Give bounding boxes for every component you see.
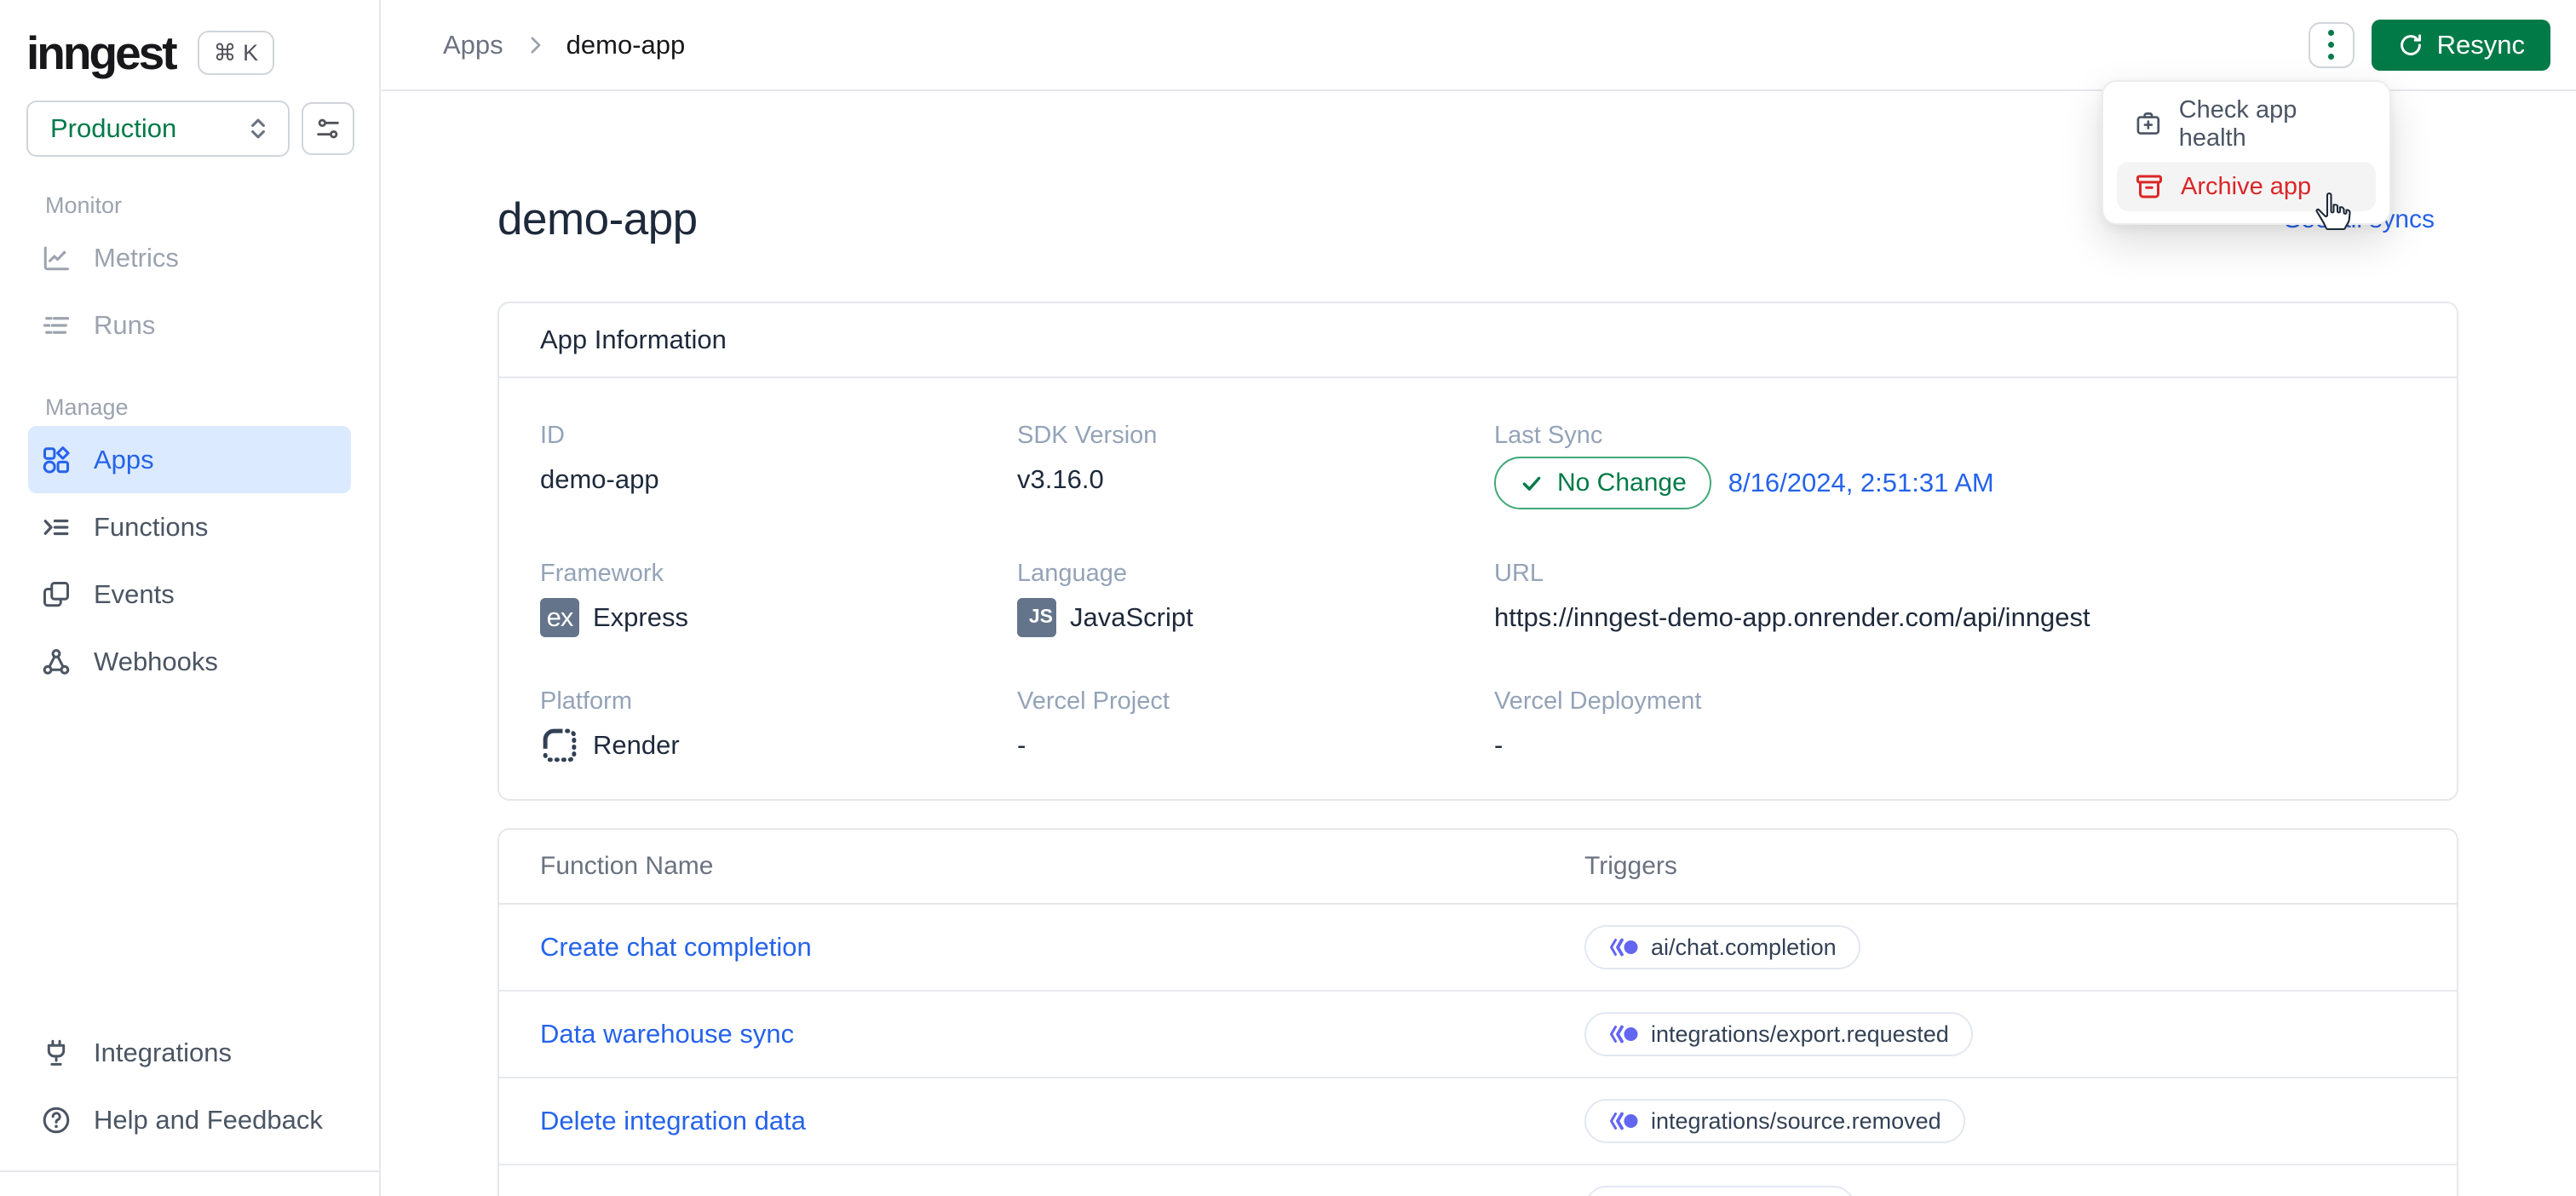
javascript-icon: JS	[1017, 598, 1056, 637]
info-field-language: Language JS JavaScript	[1017, 559, 1494, 637]
chevron-up-down-icon	[251, 118, 265, 139]
sidebar-item-label: Events	[94, 578, 175, 609]
menu-item-label: Archive app	[2181, 172, 2312, 200]
table-row: Create chat completion ai/chat.completio…	[499, 905, 2457, 992]
info-field-sdk-version: SDK Version v3.16.0	[1017, 422, 1158, 494]
section-label-monitor: Monitor	[45, 193, 123, 218]
manage-nav: Apps Functions Events Webhooks	[0, 426, 379, 695]
trigger-badge: integrations/export.requested	[1584, 1012, 1973, 1056]
top-actions: Resync	[2308, 19, 2550, 71]
column-triggers: Triggers	[1584, 852, 1677, 880]
table-row: Delete integration data integrations/sou…	[499, 1078, 2457, 1165]
sidebar-item-label: Integrations	[94, 1037, 232, 1067]
functions-table-card: Function Name Triggers Create chat compl…	[497, 828, 2458, 1196]
environment-filter-button[interactable]	[302, 102, 354, 155]
express-icon: ex	[540, 598, 579, 637]
command-k-shortcut[interactable]: ⌘ K	[197, 31, 275, 75]
app-information-card: App Information ID demo-app SDK Version …	[497, 302, 2458, 801]
inngest-logo: inngest	[26, 26, 178, 79]
resync-label: Resync	[2436, 29, 2525, 60]
menu-item-check-app-health[interactable]: Check app health	[2117, 94, 2376, 155]
function-link-create-chat-completion[interactable]: Create chat completion	[540, 932, 1584, 963]
sidebar-item-runs[interactable]: Runs	[28, 291, 351, 359]
breadcrumb-apps[interactable]: Apps	[443, 30, 503, 60]
main-area: Apps demo-app Resync demo-app See all sy…	[381, 0, 2576, 1196]
trigger-badge: ai/chat.completion	[1584, 925, 1860, 969]
info-field-vercel-deployment: Vercel Deployment -	[1494, 687, 1702, 760]
sidebar-item-webhooks[interactable]: Webhooks	[28, 628, 351, 695]
plug-icon	[47, 1039, 66, 1066]
sidebar-item-help[interactable]: Help and Feedback	[28, 1086, 351, 1153]
sidebar-item-label: Webhooks	[94, 646, 218, 676]
refresh-icon	[2400, 33, 2421, 55]
sidebar-item-apps[interactable]: Apps	[28, 426, 351, 493]
webhooks-icon	[43, 648, 70, 675]
sidebar-item-label: Help and Feedback	[94, 1104, 323, 1135]
sliders-icon	[317, 118, 339, 139]
event-trigger-icon	[1610, 1112, 1638, 1130]
app-information-title: App Information	[499, 303, 2457, 378]
sidebar-item-label: Metrics	[94, 242, 179, 273]
functions-table-header: Function Name Triggers	[499, 830, 2457, 905]
breadcrumb: Apps demo-app	[443, 30, 685, 60]
section-label-manage: Manage	[45, 394, 129, 420]
function-link-data-warehouse-sync[interactable]: Data warehouse sync	[540, 1019, 1584, 1049]
page-content: demo-app See all syncs App Information I…	[381, 91, 2576, 1196]
table-row: Data warehouse sync integrations/export.…	[499, 992, 2457, 1078]
function-link-generate-video-transcript[interactable]: Generate video transcript	[540, 1193, 1584, 1196]
health-kit-icon	[2136, 112, 2160, 135]
info-field-url: URL https://inngest-demo-app.onrender.co…	[1494, 560, 2090, 632]
archive-icon	[2136, 175, 2162, 198]
render-icon	[543, 728, 577, 762]
no-change-badge: No Change	[1494, 457, 1711, 509]
sidebar-item-events[interactable]: Events	[28, 561, 351, 628]
top-bar: Apps demo-app Resync	[381, 0, 2576, 91]
environment-row: Production	[0, 101, 379, 157]
check-icon	[1522, 476, 1541, 491]
apps-icon	[43, 446, 70, 474]
sidebar-item-label: Functions	[94, 511, 209, 542]
info-field-platform: Platform Render	[540, 687, 1017, 765]
events-icon	[43, 581, 69, 607]
info-field-framework: Framework ex Express	[540, 559, 1017, 637]
chevron-right-icon	[531, 37, 541, 53]
hand-pointer-cursor	[2315, 192, 2351, 231]
sidebar-item-integrations[interactable]: Integrations	[28, 1019, 351, 1086]
info-field-vercel-project: Vercel Project -	[1017, 687, 1170, 760]
sidebar: inngest ⌘ K Production Monitor Metrics R…	[0, 0, 381, 1196]
metrics-icon	[43, 246, 69, 270]
functions-icon	[43, 519, 69, 535]
resync-button[interactable]: Resync	[2371, 19, 2550, 71]
table-row: Generate video transcript ai/video.uploa…	[499, 1165, 2457, 1196]
sidebar-item-label: Runs	[94, 309, 156, 340]
app-actions-menu-button[interactable]	[2308, 21, 2355, 68]
sidebar-item-functions[interactable]: Functions	[28, 493, 351, 561]
sidebar-footer: Integrations Help and Feedback	[0, 1019, 379, 1196]
trigger-badge: ai/video.uploaded	[1584, 1186, 1855, 1196]
function-link-delete-integration-data[interactable]: Delete integration data	[540, 1106, 1584, 1136]
logo-row: inngest ⌘ K	[0, 0, 379, 80]
sidebar-item-metrics[interactable]: Metrics	[28, 224, 351, 291]
info-field-last-sync: Last Sync No Change 8/16/2024, 2:51:31 A…	[1494, 421, 2416, 509]
page-title: demo-app	[497, 194, 698, 244]
sidebar-item-label: Apps	[94, 444, 154, 474]
app-information-grid: ID demo-app SDK Version v3.16.0 Last Syn…	[499, 378, 2457, 799]
help-icon	[43, 1107, 70, 1133]
breadcrumb-demo-app: demo-app	[566, 29, 686, 60]
environment-select[interactable]: Production	[26, 101, 290, 157]
column-function-name: Function Name	[540, 852, 714, 880]
last-sync-timestamp-link[interactable]: 8/16/2024, 2:51:31 AM	[1728, 468, 1994, 498]
trigger-badge: integrations/source.removed	[1584, 1099, 1965, 1143]
event-trigger-icon	[1610, 938, 1638, 957]
environment-select-value: Production	[50, 113, 177, 143]
monitor-nav: Metrics Runs	[0, 224, 379, 359]
menu-item-label: Check app health	[2178, 96, 2297, 152]
info-field-id: ID demo-app	[540, 422, 659, 494]
runs-icon	[43, 316, 70, 334]
event-trigger-icon	[1610, 1025, 1638, 1044]
